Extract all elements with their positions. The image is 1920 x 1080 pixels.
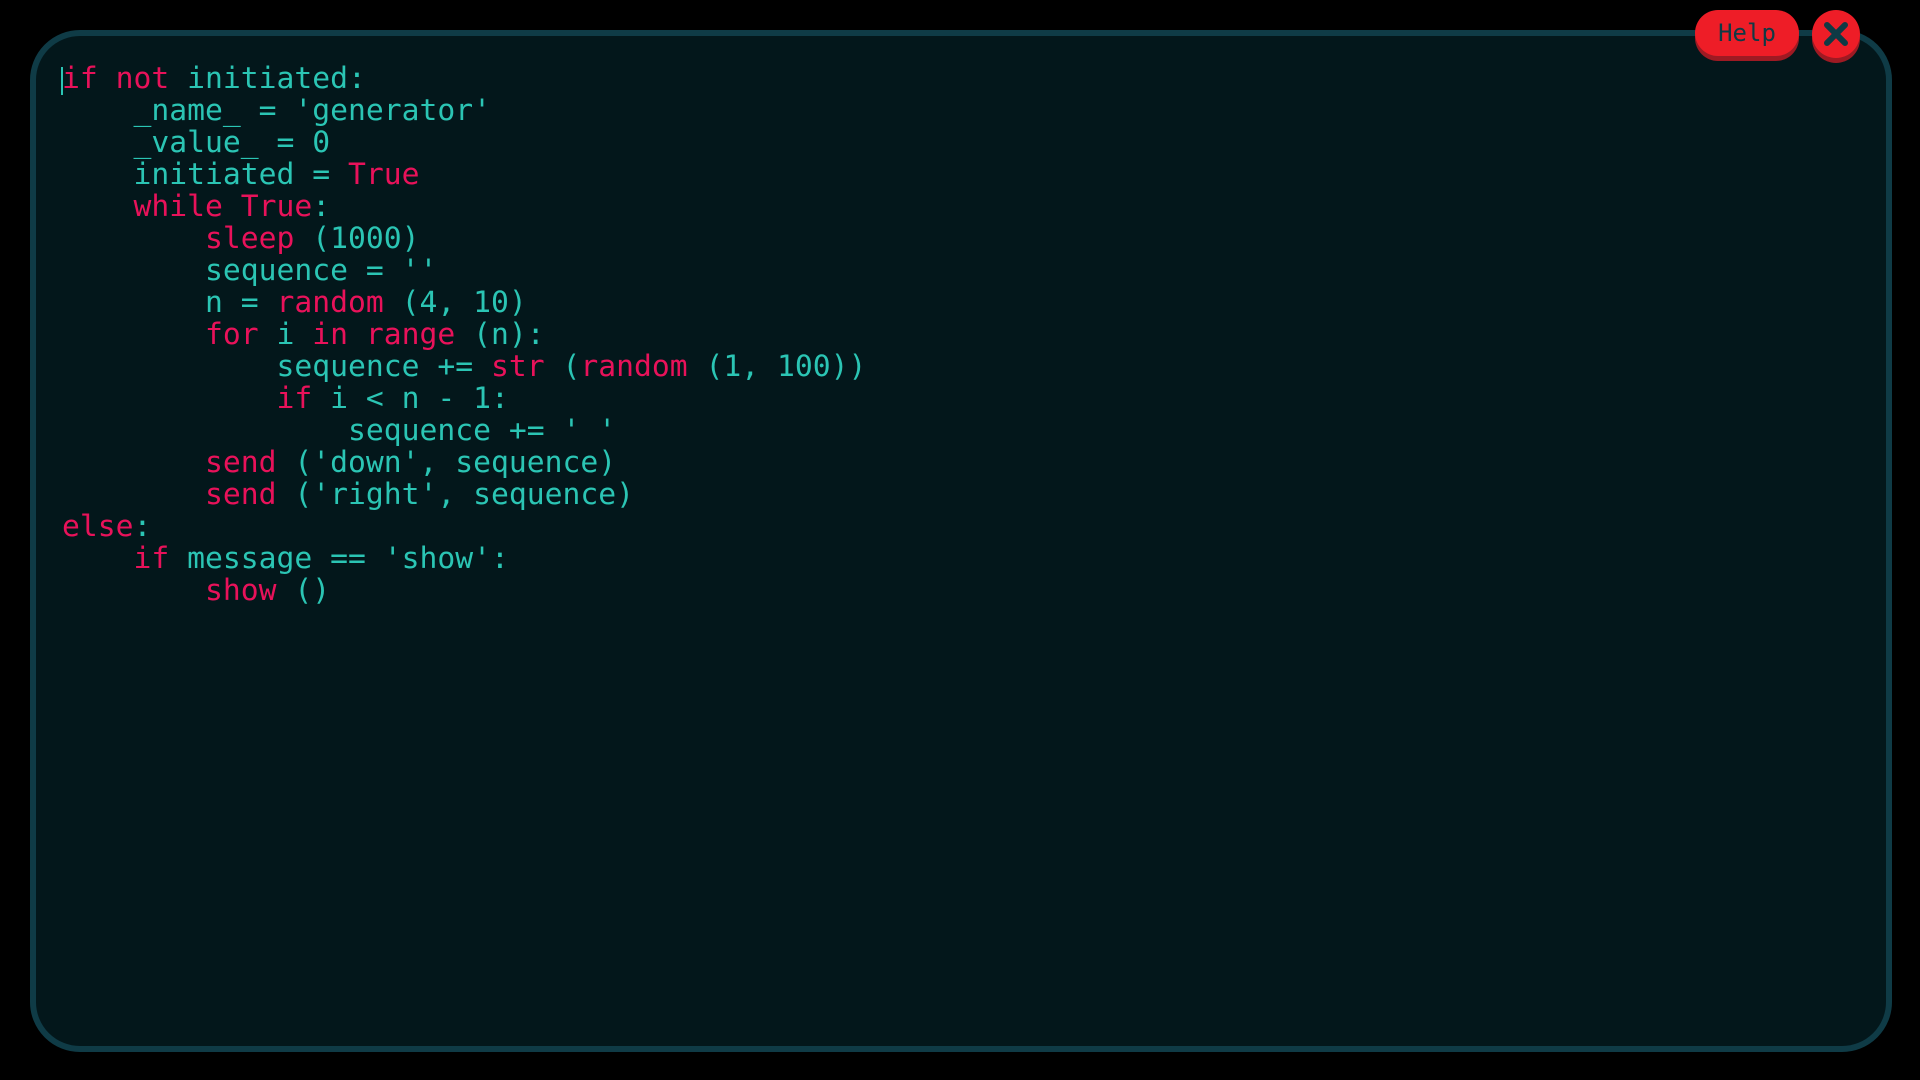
code-text: (4, 10) bbox=[383, 285, 527, 320]
code-line[interactable]: for i in range (n): bbox=[62, 319, 866, 351]
code-text: () bbox=[276, 573, 331, 608]
code-keyword: while bbox=[133, 189, 223, 224]
code-text: sequence += bbox=[62, 349, 491, 384]
code-line[interactable]: sequence = '' bbox=[62, 255, 866, 287]
code-line[interactable]: initiated = True bbox=[62, 159, 866, 191]
code-keyword: if bbox=[62, 61, 98, 96]
code-text: (1000) bbox=[294, 221, 420, 256]
code-line[interactable]: while True: bbox=[62, 191, 866, 223]
close-button[interactable] bbox=[1812, 10, 1860, 58]
code-keyword: if bbox=[133, 541, 170, 576]
code-text: ('down', sequence) bbox=[276, 445, 617, 480]
code-text: (1, 100)) bbox=[687, 349, 867, 384]
code-keyword: range bbox=[365, 317, 456, 352]
code-line[interactable]: n = random (4, 10) bbox=[62, 287, 866, 319]
code-text: message == 'show': bbox=[169, 541, 509, 576]
code-line[interactable]: _value_ = 0 bbox=[62, 127, 866, 159]
code-text: ( bbox=[544, 349, 581, 384]
code-keyword: send bbox=[205, 477, 277, 512]
code-keyword: random bbox=[580, 349, 688, 384]
code-text: initiated = bbox=[62, 157, 348, 192]
code-text: initiated: bbox=[169, 61, 366, 96]
code-editor[interactable]: if not initiated: _name_ = 'generator' _… bbox=[62, 63, 866, 607]
code-line[interactable]: show () bbox=[62, 575, 866, 607]
code-line[interactable]: sequence += ' ' bbox=[62, 415, 866, 447]
code-keyword: send bbox=[205, 445, 277, 480]
code-line[interactable]: sequence += str (random (1, 100)) bbox=[62, 351, 866, 383]
code-text: sequence = '' bbox=[62, 253, 438, 288]
code-keyword: not bbox=[115, 61, 170, 96]
code-keyword: sleep bbox=[205, 221, 295, 256]
code-text: sequence += ' ' bbox=[62, 413, 617, 448]
code-keyword: if bbox=[276, 381, 313, 416]
code-keyword: True bbox=[240, 189, 313, 224]
code-text: ('right', sequence) bbox=[276, 477, 634, 512]
code-line[interactable]: sleep (1000) bbox=[62, 223, 866, 255]
code-text: : bbox=[312, 189, 331, 224]
code-line[interactable]: if not initiated: bbox=[62, 63, 866, 95]
code-text: (n): bbox=[455, 317, 545, 352]
code-keyword: random bbox=[276, 285, 384, 320]
code-line[interactable]: if message == 'show': bbox=[62, 543, 866, 575]
code-keyword: in bbox=[312, 317, 348, 352]
help-button[interactable]: Help bbox=[1695, 10, 1799, 56]
code-text: _value_ = 0 bbox=[62, 125, 331, 160]
code-text: : bbox=[133, 509, 152, 544]
code-keyword: str bbox=[490, 349, 545, 384]
code-text: i bbox=[258, 317, 313, 352]
code-keyword: True bbox=[347, 157, 420, 192]
text-cursor bbox=[61, 67, 63, 95]
code-line[interactable]: send ('down', sequence) bbox=[62, 447, 866, 479]
code-keyword: else bbox=[62, 509, 134, 544]
code-line[interactable]: if i < n - 1: bbox=[62, 383, 866, 415]
code-text: n = bbox=[62, 285, 277, 320]
code-line[interactable]: else: bbox=[62, 511, 866, 543]
code-keyword: show bbox=[205, 573, 277, 608]
code-keyword: for bbox=[205, 317, 259, 352]
code-text: _name_ = 'generator' bbox=[62, 93, 491, 128]
code-line[interactable]: send ('right', sequence) bbox=[62, 479, 866, 511]
close-x-icon bbox=[1824, 22, 1848, 46]
code-line[interactable]: _name_ = 'generator' bbox=[62, 95, 866, 127]
code-text: i < n - 1: bbox=[312, 381, 509, 416]
